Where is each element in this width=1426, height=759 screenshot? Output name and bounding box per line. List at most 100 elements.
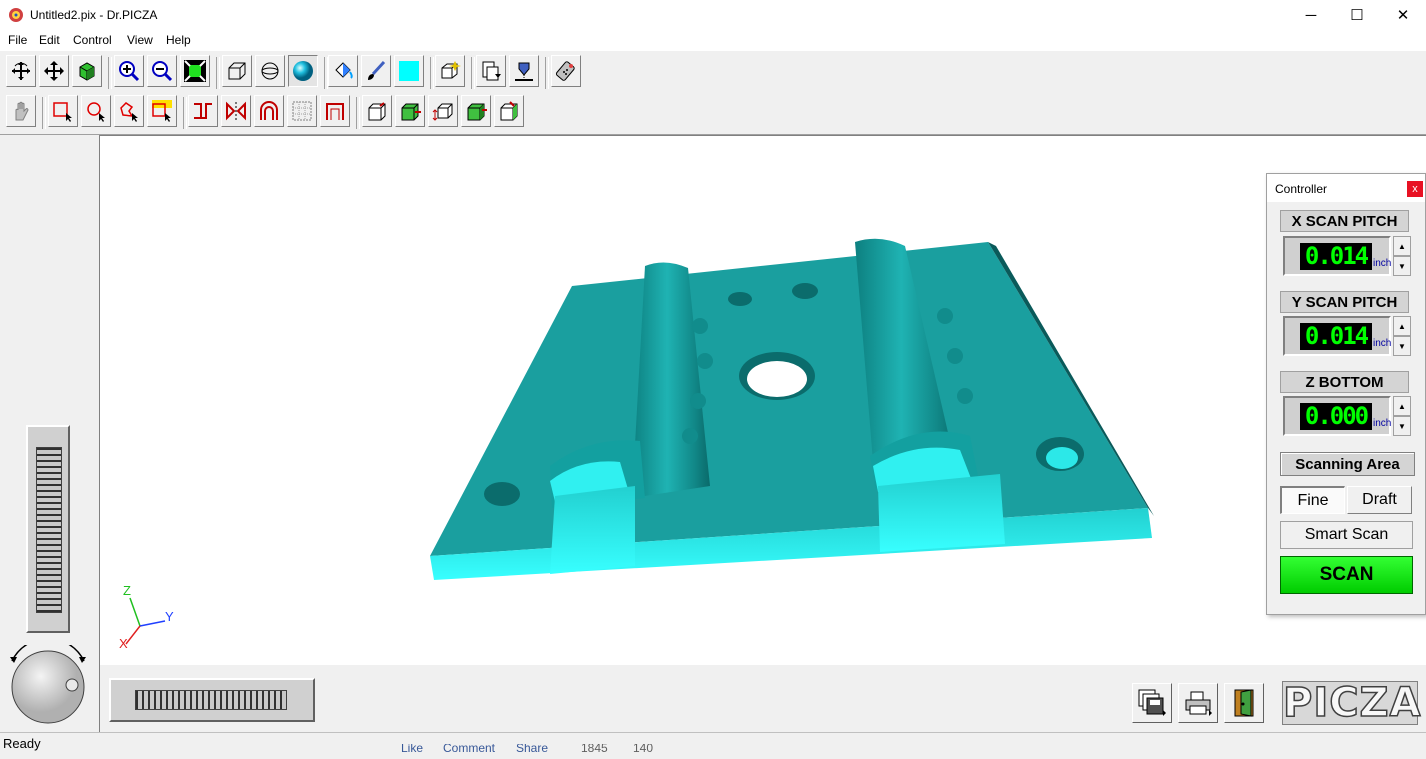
z-bottom-unit: inch — [1373, 418, 1392, 429]
triangle-down-icon: ▼ — [1398, 261, 1406, 271]
dial-icon — [10, 637, 86, 724]
rotate-dial[interactable] — [8, 637, 88, 725]
x-scan-pitch-value: 0.014 — [1300, 243, 1372, 270]
z-bottom-spinner: ▲ ▼ — [1393, 396, 1411, 436]
lasso-select-button[interactable] — [114, 95, 144, 127]
paint-bucket-button[interactable] — [328, 55, 358, 87]
flip-h-button[interactable] — [188, 95, 218, 127]
like-count: 1845 — [581, 744, 608, 755]
z-bottom-up-button[interactable]: ▲ — [1393, 396, 1411, 416]
grid-button[interactable] — [287, 95, 317, 127]
zoom-out-button[interactable] — [147, 55, 177, 87]
controller-panel: Controller x X SCAN PITCH 0.014 inch ▲ ▼… — [1266, 173, 1426, 615]
export-button[interactable] — [476, 55, 506, 87]
print-button[interactable] — [1178, 683, 1218, 723]
multi-view-button[interactable] — [435, 55, 465, 87]
multi-view-icon — [441, 61, 461, 79]
brush-icon — [368, 60, 386, 80]
scan-height-button[interactable] — [509, 55, 539, 87]
maximize-button[interactable]: ☐ — [1334, 0, 1380, 30]
remote-icon — [555, 61, 575, 81]
axis-label-y: Y — [165, 609, 174, 624]
toolbar-separator — [183, 97, 187, 129]
x-pitch-down-button[interactable]: ▼ — [1393, 256, 1411, 276]
hand-button[interactable] — [6, 95, 36, 127]
mirror-icon — [226, 101, 246, 121]
window-title: Untitled2.pix - Dr.PICZA — [30, 8, 158, 22]
z-bottom-value: 0.000 — [1300, 403, 1372, 430]
crop-button[interactable] — [320, 95, 350, 127]
export-icon — [482, 61, 501, 81]
toolbar-area — [0, 51, 1426, 135]
wireframe-button[interactable] — [222, 55, 252, 87]
comment-link[interactable]: Comment — [443, 744, 495, 755]
menu-help[interactable]: Help — [166, 33, 191, 47]
brush-button[interactable] — [361, 55, 391, 87]
zoom-in-button[interactable] — [114, 55, 144, 87]
box-top-button[interactable] — [362, 95, 392, 127]
zoom-in-icon — [119, 61, 140, 82]
y-scan-pitch-unit: inch — [1373, 338, 1392, 349]
zoom-slider[interactable] — [26, 425, 70, 633]
3d-viewport[interactable]: Z Y X — [100, 135, 1426, 666]
scanning-area-button[interactable]: Scanning Area — [1280, 452, 1415, 476]
3d-model-render — [125, 238, 1154, 645]
menu-file[interactable]: File — [8, 33, 27, 47]
color-swatch-button[interactable] — [394, 55, 424, 87]
fit-view-button[interactable] — [180, 55, 210, 87]
share-link[interactable]: Share — [516, 744, 548, 755]
x-scan-pitch-unit: inch — [1373, 258, 1392, 269]
smart-scan-button[interactable]: Smart Scan — [1280, 521, 1413, 549]
rotate-button[interactable] — [6, 55, 36, 87]
menu-edit[interactable]: Edit — [39, 33, 60, 47]
close-button[interactable]: ✕ — [1380, 0, 1426, 30]
horizontal-scroll-wheel[interactable] — [109, 678, 315, 722]
circle-select-button[interactable] — [81, 95, 111, 127]
left-control-panel — [0, 135, 100, 732]
fine-mode-button[interactable]: Fine — [1280, 486, 1345, 514]
y-scan-pitch-label: Y SCAN PITCH — [1280, 291, 1409, 313]
minimize-button[interactable]: ─ — [1288, 0, 1334, 30]
move-icon — [44, 61, 64, 81]
maximize-icon: ☐ — [1350, 7, 1364, 24]
grid-icon — [292, 101, 312, 121]
scan-select-button[interactable] — [147, 95, 177, 127]
z-bottom-down-button[interactable]: ▼ — [1393, 416, 1411, 436]
triangle-down-icon: ▼ — [1398, 421, 1406, 431]
exit-door-icon — [1234, 689, 1254, 717]
mirror-button[interactable] — [221, 95, 251, 127]
title-bar: Untitled2.pix - Dr.PICZA ─ ☐ ✕ — [0, 0, 1426, 30]
toolbar-separator — [216, 57, 220, 89]
lasso-select-icon — [120, 102, 138, 122]
shaded-sphere-outline-button[interactable] — [255, 55, 285, 87]
scan-height-icon — [515, 62, 533, 81]
move-button[interactable] — [39, 55, 69, 87]
remote-button[interactable] — [551, 55, 581, 87]
toolbar-separator — [42, 97, 46, 129]
shaded-sphere-button[interactable] — [288, 55, 318, 87]
box-right-button[interactable] — [461, 95, 491, 127]
axis-indicator — [125, 597, 166, 645]
save-multi-button[interactable] — [1132, 683, 1172, 723]
box-scale-button[interactable] — [494, 95, 524, 127]
x-pitch-up-button[interactable]: ▲ — [1393, 236, 1411, 256]
box-side-button[interactable] — [428, 95, 458, 127]
triangle-down-icon: ▼ — [1398, 341, 1406, 351]
like-link[interactable]: Like — [401, 744, 423, 755]
app-icon — [9, 8, 23, 22]
y-pitch-down-button[interactable]: ▼ — [1393, 336, 1411, 356]
zoom-slider-track — [36, 447, 62, 613]
picza-logo: PICZA — [1282, 680, 1422, 726]
draft-mode-button[interactable]: Draft — [1347, 486, 1412, 514]
toolbar-separator — [471, 57, 475, 89]
rect-select-button[interactable] — [48, 95, 78, 127]
box-front-button[interactable] — [395, 95, 425, 127]
cube-color-button[interactable] — [72, 55, 102, 87]
menu-view[interactable]: View — [127, 33, 153, 47]
scan-button[interactable]: SCAN — [1280, 556, 1413, 594]
arch-button[interactable] — [254, 95, 284, 127]
menu-control[interactable]: Control — [73, 33, 112, 47]
exit-button[interactable] — [1224, 683, 1264, 723]
y-pitch-up-button[interactable]: ▲ — [1393, 316, 1411, 336]
controller-close-button[interactable]: x — [1407, 181, 1423, 197]
